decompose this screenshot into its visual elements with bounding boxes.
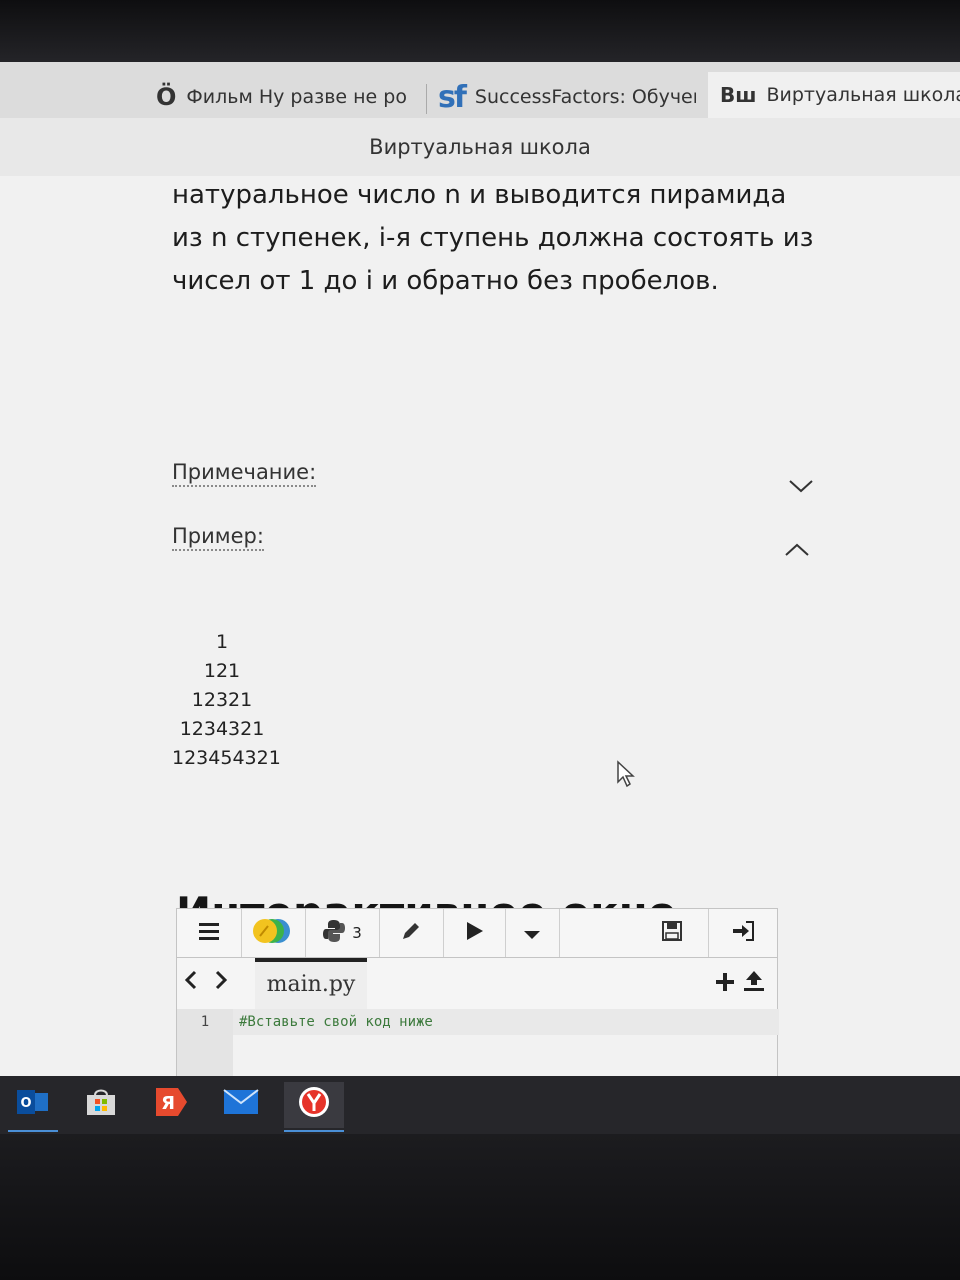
example-line: 1 <box>215 631 229 653</box>
browser-tab-virtual-school[interactable]: Вш Виртуальная школа × <box>708 72 960 118</box>
browser-tab-title: SuccessFactors: Обучен <box>474 86 696 108</box>
screen: Ö Фильм Ну разве не ро sf SuccessFactors… <box>0 62 960 1090</box>
chevron-down-icon[interactable] <box>788 472 814 500</box>
monitor-bezel-top <box>0 0 960 62</box>
chevron-up-icon[interactable] <box>784 536 810 564</box>
example-line: 121 <box>203 660 241 682</box>
code-editor-widget: 3 main.py 1 #Вставьте свой код ниже <box>176 908 779 1090</box>
example-toggle-label[interactable]: Пример: <box>172 524 264 551</box>
save-icon <box>662 920 682 946</box>
login-button[interactable] <box>709 909 777 957</box>
example-line: 12321 <box>191 689 253 711</box>
theme-icon <box>250 917 296 950</box>
edit-button[interactable] <box>379 909 444 957</box>
taskbar-mail[interactable] <box>216 1082 266 1128</box>
save-button[interactable] <box>559 909 709 957</box>
virtual-school-icon: Вш <box>720 83 757 107</box>
windows-taskbar: O Я <box>0 1076 960 1134</box>
pencil-icon <box>400 920 422 947</box>
mouse-cursor-icon <box>616 760 636 795</box>
hamburger-icon <box>198 921 220 945</box>
taskbar-yandex-browser[interactable] <box>284 1082 344 1132</box>
example-line: 123454321 <box>172 747 281 769</box>
menu-button[interactable] <box>177 909 242 957</box>
page-title: Виртуальная школа <box>0 118 960 176</box>
python-icon <box>322 919 346 948</box>
theme-toggle-button[interactable] <box>241 909 306 957</box>
run-button[interactable] <box>443 909 506 957</box>
store-icon <box>85 1087 117 1123</box>
add-file-icon[interactable] <box>715 972 735 996</box>
outlook-icon: O <box>16 1089 50 1121</box>
python-version-button[interactable]: 3 <box>305 909 380 957</box>
run-options-button[interactable] <box>505 909 560 957</box>
task-description: натуральное число n и выводится пирамида… <box>172 180 814 296</box>
taskbar-outlook[interactable]: O <box>8 1082 58 1132</box>
code-nav-icon[interactable] <box>183 968 229 996</box>
taskbar-store[interactable] <box>76 1082 126 1128</box>
browser-tab-strip: Ö Фильм Ну разве не ро sf SuccessFactors… <box>0 62 960 119</box>
browser-tab-title: Фильм Ну разве не ро <box>186 86 407 108</box>
successfactors-icon: sf <box>438 79 467 115</box>
svg-text:O: O <box>20 1096 31 1111</box>
caret-down-icon <box>523 921 541 945</box>
code-line[interactable]: #Вставьте свой код ниже <box>233 1009 779 1035</box>
note-toggle-label[interactable]: Примечание: <box>172 460 317 487</box>
upload-icon[interactable] <box>743 970 765 996</box>
tab-separator <box>426 84 427 114</box>
example-line: 1234321 <box>179 718 265 740</box>
example-output: 1 121 12321 1234321 123454321 <box>172 628 281 773</box>
browser-tab-title: Виртуальная школа <box>766 84 960 106</box>
yandex-browser-icon <box>298 1086 330 1124</box>
editor-toolbar: 3 <box>177 909 777 958</box>
browser-tab-film[interactable]: Ö Фильм Ну разве не ро <box>156 76 412 118</box>
mail-icon <box>223 1089 259 1121</box>
svg-text:Я: Я <box>161 1093 175 1114</box>
film-site-icon: Ö <box>156 83 177 111</box>
yandex-icon: Я <box>154 1087 188 1123</box>
python-version-label: 3 <box>352 924 362 942</box>
editor-file-tabs: main.py <box>177 958 777 1010</box>
monitor-bezel-bottom <box>0 1134 960 1280</box>
taskbar-yandex[interactable]: Я <box>146 1082 196 1128</box>
file-tab-main[interactable]: main.py <box>255 958 367 1010</box>
browser-tab-successfactors[interactable]: sf SuccessFactors: Обучен <box>438 76 696 118</box>
play-icon <box>464 921 484 946</box>
sign-in-icon <box>732 920 754 946</box>
